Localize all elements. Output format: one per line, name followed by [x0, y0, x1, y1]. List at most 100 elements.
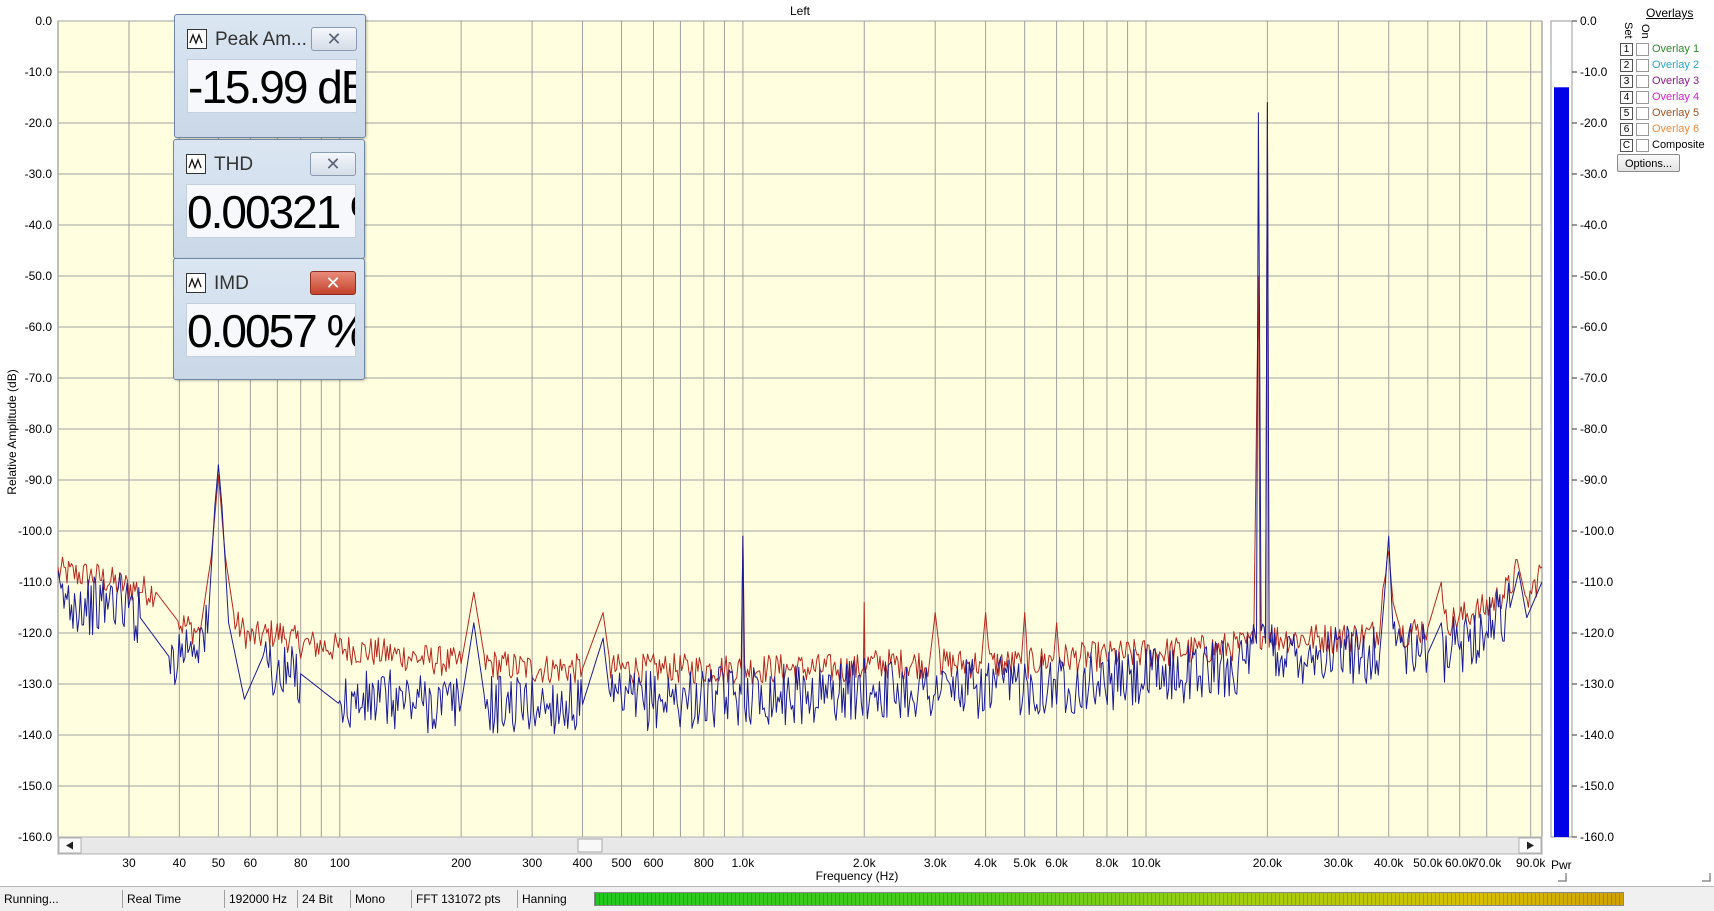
imd-meter[interactable]: IMD ✕ 0.0057 %	[173, 258, 365, 380]
x-tick-label: 8.0k	[1096, 856, 1120, 870]
y-tick-label: -90.0	[25, 473, 53, 487]
y-tick-label: 0.0	[35, 14, 52, 28]
x-tick-label: 1.0k	[732, 856, 756, 870]
y-tick-label: -150.0	[18, 779, 52, 793]
status-channels: Mono	[350, 890, 411, 908]
power-tick-label: -150.0	[1580, 779, 1614, 793]
overlay-row[interactable]: 6 Overlay 6	[1620, 122, 1714, 137]
x-tick-label: 4.0k	[974, 856, 998, 870]
x-tick-label: 40	[173, 856, 187, 870]
status-bar: Running... Real Time 192000 Hz 24 Bit Mo…	[0, 886, 1714, 911]
x-tick-label: 600	[643, 856, 663, 870]
overlay-label: Overlay 5	[1652, 107, 1700, 119]
overlay-row[interactable]: 4 Overlay 4	[1620, 90, 1714, 105]
close-icon: ✕	[326, 29, 342, 49]
power-tick-label: -20.0	[1580, 116, 1608, 130]
overlay-label: Overlay 4	[1652, 91, 1700, 103]
y-tick-label: -80.0	[25, 422, 53, 436]
power-bar-ticks: 0.0 -10.0 -20.0 -30.0 -40.0 -50.0 -60.0 -70.0 -8…	[1572, 14, 1614, 844]
x-tick-label: 30	[122, 856, 136, 870]
status-fft: FFT 131072 pts	[411, 890, 517, 908]
peak-amplitude-meter[interactable]: Peak Am... ✕ -15.99 dB	[174, 14, 366, 138]
overlay-set-button[interactable]: 3	[1620, 75, 1633, 88]
x-tick-label: 500	[612, 856, 632, 870]
panel-resize-grip-icon[interactable]	[1702, 873, 1711, 882]
power-tick-label: -130.0	[1580, 677, 1614, 691]
options-button[interactable]: Options...	[1617, 154, 1680, 172]
overlay-set-button[interactable]: 1	[1620, 43, 1633, 56]
y-tick-label: -140.0	[18, 728, 52, 742]
resize-grip-icon[interactable]	[1558, 873, 1567, 882]
y-tick-label: -30.0	[25, 167, 53, 181]
x-tick-label: 10.0k	[1131, 856, 1161, 870]
overlay-row[interactable]: C Composite	[1620, 138, 1714, 153]
overlay-set-button[interactable]: 2	[1620, 59, 1633, 72]
y-tick-label: -20.0	[25, 116, 53, 130]
overlay-row[interactable]: 5 Overlay 5	[1620, 106, 1714, 121]
overlay-on-checkbox[interactable]	[1636, 75, 1649, 88]
overlay-row[interactable]: 2 Overlay 2	[1620, 58, 1714, 73]
meter-title: Peak Am...	[215, 29, 307, 50]
x-tick-label: 50.0k	[1413, 856, 1443, 870]
y-tick-label: -70.0	[25, 371, 53, 385]
overlay-on-checkbox[interactable]	[1636, 59, 1649, 72]
overlay-on-checkbox[interactable]	[1636, 43, 1649, 56]
power-tick-label: -100.0	[1580, 524, 1614, 538]
x-axis-ticks: 30 40 50 60 80 100 200 300 400 500 600 800 1.0k 2.0k 3…	[122, 856, 1546, 870]
x-tick-label: 800	[694, 856, 714, 870]
meter-value: 0.0057 %	[186, 303, 356, 357]
overlay-set-button[interactable]: 5	[1620, 107, 1633, 120]
overlays-title[interactable]: Overlays	[1646, 6, 1693, 20]
power-tick-label: -140.0	[1580, 728, 1614, 742]
overlay-label: Overlay 2	[1652, 59, 1700, 71]
y-tick-label: -40.0	[25, 218, 53, 232]
power-tick-label: -50.0	[1580, 269, 1608, 283]
x-tick-label: 50	[212, 856, 226, 870]
y-tick-label: -120.0	[18, 626, 52, 640]
x-tick-label: 30.0k	[1324, 856, 1354, 870]
power-tick-label: -70.0	[1580, 371, 1608, 385]
waveform-icon	[187, 29, 207, 49]
overlay-row[interactable]: 1 Overlay 1	[1620, 42, 1714, 57]
status-bit-depth: 24 Bit	[297, 890, 350, 908]
close-meter-button[interactable]: ✕	[310, 271, 356, 295]
overlay-set-button[interactable]: 4	[1620, 91, 1633, 104]
close-icon: ✕	[325, 273, 341, 293]
y-tick-label: -10.0	[25, 65, 53, 79]
overlay-set-button[interactable]: C	[1620, 139, 1633, 152]
status-window: Hanning	[517, 890, 591, 908]
thd-meter[interactable]: THD ✕ 0.00321 %	[173, 139, 365, 259]
x-tick-label: 400	[572, 856, 592, 870]
close-meter-button[interactable]: ✕	[310, 152, 356, 176]
power-tick-label: -60.0	[1580, 320, 1608, 334]
y-tick-label: -110.0	[19, 575, 52, 589]
overlay-on-checkbox[interactable]	[1636, 107, 1649, 120]
power-bar-label: Pwr	[1551, 858, 1572, 872]
overlay-label: Composite	[1652, 139, 1705, 151]
y-tick-label: -160.0	[18, 830, 52, 844]
close-icon: ✕	[325, 154, 341, 174]
power-tick-label: -30.0	[1580, 167, 1608, 181]
overlay-on-checkbox[interactable]	[1636, 91, 1649, 104]
power-tick-label: 0.0	[1580, 14, 1597, 28]
x-tick-label: 100	[330, 856, 350, 870]
y-tick-label: -50.0	[25, 269, 53, 283]
x-tick-label: 90.0k	[1516, 856, 1546, 870]
x-tick-label: 20.0k	[1253, 856, 1283, 870]
x-tick-label: 6.0k	[1045, 856, 1069, 870]
overlay-on-checkbox[interactable]	[1636, 123, 1649, 136]
status-state: Running...	[4, 892, 59, 906]
x-tick-label: 60.0k	[1445, 856, 1475, 870]
close-meter-button[interactable]: ✕	[311, 27, 357, 51]
overlay-set-button[interactable]: 6	[1620, 123, 1633, 136]
waveform-icon	[186, 154, 206, 174]
overlay-label: Overlay 1	[1652, 43, 1700, 55]
meter-value: -15.99 dB	[187, 59, 357, 113]
overlay-row[interactable]: 3 Overlay 3	[1620, 74, 1714, 89]
on-column-header: On	[1639, 24, 1651, 39]
horizontal-scrollbar[interactable]	[57, 836, 1543, 855]
scroll-thumb[interactable]	[577, 838, 603, 853]
meter-value: 0.00321 %	[186, 184, 356, 238]
power-tick-label: -40.0	[1580, 218, 1608, 232]
overlay-on-checkbox[interactable]	[1636, 139, 1649, 152]
